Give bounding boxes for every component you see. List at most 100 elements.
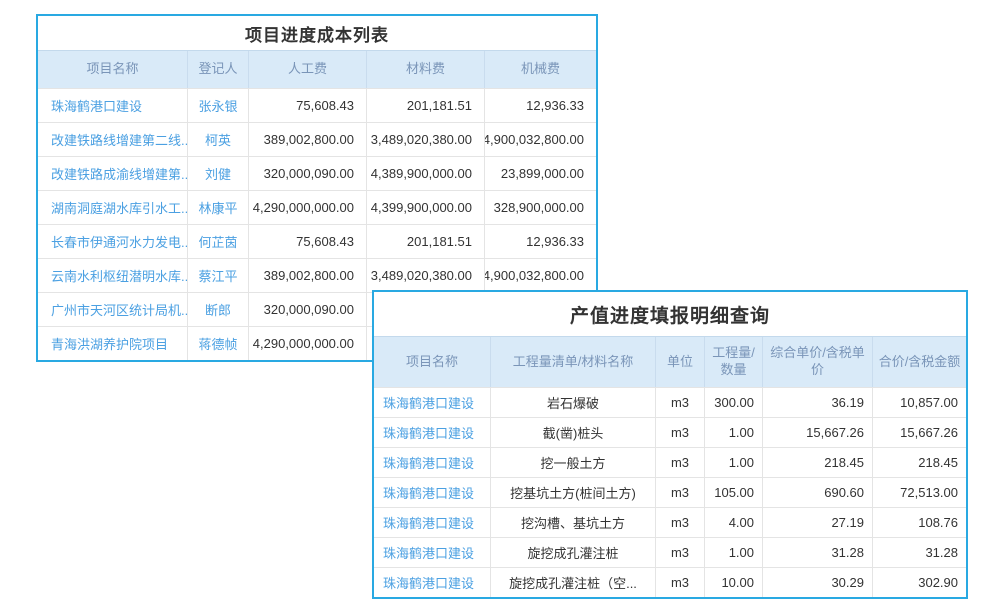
unit-value: m3 xyxy=(655,568,704,597)
cost-col-header-labor: 人工费 xyxy=(248,51,366,88)
output-table-row[interactable]: 珠海鹤港口建设 旋挖成孔灌注桩（空... m3 10.00 30.29 302.… xyxy=(374,567,966,597)
total-price-value: 15,667.26 xyxy=(872,418,966,447)
labor-cost-value: 320,000,090.00 xyxy=(248,157,366,190)
labor-cost-value: 4,290,000,000.00 xyxy=(248,327,366,360)
quantity-value: 10.00 xyxy=(704,568,762,597)
labor-cost-value: 4,290,000,000.00 xyxy=(248,191,366,224)
item-name: 挖沟槽、基坑土方 xyxy=(490,508,655,537)
unit-value: m3 xyxy=(655,538,704,567)
project-name-link[interactable]: 长春市伊通河水力发电... xyxy=(38,225,187,258)
project-name-link[interactable]: 珠海鹤港口建设 xyxy=(38,89,187,122)
registrant-link[interactable]: 何芷茵 xyxy=(187,225,248,258)
registrant-link[interactable]: 蔡江平 xyxy=(187,259,248,292)
registrant-link[interactable]: 张永银 xyxy=(187,89,248,122)
quantity-value: 4.00 xyxy=(704,508,762,537)
cost-table-row[interactable]: 改建铁路成渝线增建第... 刘健 320,000,090.00 4,389,90… xyxy=(38,156,596,190)
machine-cost-value: 12,936.33 xyxy=(484,225,596,258)
material-cost-value: 3,489,020,380.00 xyxy=(366,123,484,156)
item-name: 截(凿)桩头 xyxy=(490,418,655,447)
unit-price-value: 27.19 xyxy=(762,508,872,537)
project-name-link[interactable]: 云南水利枢纽潜明水库... xyxy=(38,259,187,292)
labor-cost-value: 320,000,090.00 xyxy=(248,293,366,326)
project-name-link[interactable]: 珠海鹤港口建设 xyxy=(374,388,490,417)
registrant-link[interactable]: 断郎 xyxy=(187,293,248,326)
quantity-value: 300.00 xyxy=(704,388,762,417)
material-cost-value: 4,399,900,000.00 xyxy=(366,191,484,224)
project-name-link[interactable]: 珠海鹤港口建设 xyxy=(374,508,490,537)
material-cost-value: 4,389,900,000.00 xyxy=(366,157,484,190)
unit-price-value: 31.28 xyxy=(762,538,872,567)
unit-price-value: 15,667.26 xyxy=(762,418,872,447)
cost-col-header-machine: 机械费 xyxy=(484,51,596,88)
output-col-header-unit: 单位 xyxy=(655,337,704,387)
output-table-header-row: 项目名称 工程量清单/材料名称 单位 工程量/数量 综合单价/含税单价 合价/含… xyxy=(374,336,966,387)
quantity-value: 1.00 xyxy=(704,418,762,447)
material-cost-value: 201,181.51 xyxy=(366,89,484,122)
quantity-value: 1.00 xyxy=(704,448,762,477)
output-table-row[interactable]: 珠海鹤港口建设 挖沟槽、基坑土方 m3 4.00 27.19 108.76 xyxy=(374,507,966,537)
project-name-link[interactable]: 湖南洞庭湖水库引水工... xyxy=(38,191,187,224)
registrant-link[interactable]: 蒋德帧 xyxy=(187,327,248,360)
output-table-row[interactable]: 珠海鹤港口建设 挖基坑土方(桩间土方) m3 105.00 690.60 72,… xyxy=(374,477,966,507)
project-name-link[interactable]: 珠海鹤港口建设 xyxy=(374,538,490,567)
unit-value: m3 xyxy=(655,388,704,417)
item-name: 挖基坑土方(桩间土方) xyxy=(490,478,655,507)
project-name-link[interactable]: 珠海鹤港口建设 xyxy=(374,448,490,477)
registrant-link[interactable]: 林康平 xyxy=(187,191,248,224)
total-price-value: 302.90 xyxy=(872,568,966,597)
output-col-header-unit-price: 综合单价/含税单价 xyxy=(762,337,872,387)
output-col-header-project: 项目名称 xyxy=(374,337,490,387)
registrant-link[interactable]: 柯英 xyxy=(187,123,248,156)
output-col-header-item: 工程量清单/材料名称 xyxy=(490,337,655,387)
total-price-value: 10,857.00 xyxy=(872,388,966,417)
cost-table-header-row: 项目名称 登记人 人工费 材料费 机械费 xyxy=(38,50,596,88)
unit-value: m3 xyxy=(655,508,704,537)
cost-table-row[interactable]: 长春市伊通河水力发电... 何芷茵 75,608.43 201,181.51 1… xyxy=(38,224,596,258)
output-detail-table-panel: 产值进度填报明细查询 项目名称 工程量清单/材料名称 单位 工程量/数量 综合单… xyxy=(372,290,968,599)
item-name: 旋挖成孔灌注桩 xyxy=(490,538,655,567)
item-name: 岩石爆破 xyxy=(490,388,655,417)
labor-cost-value: 75,608.43 xyxy=(248,225,366,258)
total-price-value: 72,513.00 xyxy=(872,478,966,507)
output-col-header-total: 合价/含税金额 xyxy=(872,337,966,387)
quantity-value: 105.00 xyxy=(704,478,762,507)
output-table-row[interactable]: 珠海鹤港口建设 挖一般土方 m3 1.00 218.45 218.45 xyxy=(374,447,966,477)
total-price-value: 31.28 xyxy=(872,538,966,567)
cost-table-row[interactable]: 湖南洞庭湖水库引水工... 林康平 4,290,000,000.00 4,399… xyxy=(38,190,596,224)
machine-cost-value: 12,936.33 xyxy=(484,89,596,122)
project-name-link[interactable]: 珠海鹤港口建设 xyxy=(374,568,490,597)
cost-table-title: 项目进度成本列表 xyxy=(38,16,596,50)
registrant-link[interactable]: 刘健 xyxy=(187,157,248,190)
cost-col-header-registrant: 登记人 xyxy=(187,51,248,88)
unit-value: m3 xyxy=(655,448,704,477)
machine-cost-value: 24,900,032,800.00 xyxy=(484,259,596,292)
unit-price-value: 218.45 xyxy=(762,448,872,477)
labor-cost-value: 75,608.43 xyxy=(248,89,366,122)
machine-cost-value: 328,900,000.00 xyxy=(484,191,596,224)
project-name-link[interactable]: 改建铁路线增建第二线... xyxy=(38,123,187,156)
unit-value: m3 xyxy=(655,418,704,447)
cost-col-header-material: 材料费 xyxy=(366,51,484,88)
project-name-link[interactable]: 珠海鹤港口建设 xyxy=(374,478,490,507)
project-name-link[interactable]: 青海洪湖养护院项目 xyxy=(38,327,187,360)
material-cost-value: 3,489,020,380.00 xyxy=(366,259,484,292)
cost-table-row[interactable]: 云南水利枢纽潜明水库... 蔡江平 389,002,800.00 3,489,0… xyxy=(38,258,596,292)
project-name-link[interactable]: 珠海鹤港口建设 xyxy=(374,418,490,447)
project-name-link[interactable]: 改建铁路成渝线增建第... xyxy=(38,157,187,190)
total-price-value: 108.76 xyxy=(872,508,966,537)
material-cost-value: 201,181.51 xyxy=(366,225,484,258)
unit-price-value: 690.60 xyxy=(762,478,872,507)
output-table-row[interactable]: 珠海鹤港口建设 岩石爆破 m3 300.00 36.19 10,857.00 xyxy=(374,387,966,417)
total-price-value: 218.45 xyxy=(872,448,966,477)
labor-cost-value: 389,002,800.00 xyxy=(248,123,366,156)
cost-table-row[interactable]: 珠海鹤港口建设 张永银 75,608.43 201,181.51 12,936.… xyxy=(38,88,596,122)
machine-cost-value: 23,899,000.00 xyxy=(484,157,596,190)
project-name-link[interactable]: 广州市天河区统计局机... xyxy=(38,293,187,326)
item-name: 挖一般土方 xyxy=(490,448,655,477)
cost-table-row[interactable]: 改建铁路线增建第二线... 柯英 389,002,800.00 3,489,02… xyxy=(38,122,596,156)
output-table-row[interactable]: 珠海鹤港口建设 截(凿)桩头 m3 1.00 15,667.26 15,667.… xyxy=(374,417,966,447)
unit-price-value: 36.19 xyxy=(762,388,872,417)
output-table-row[interactable]: 珠海鹤港口建设 旋挖成孔灌注桩 m3 1.00 31.28 31.28 xyxy=(374,537,966,567)
output-table-title: 产值进度填报明细查询 xyxy=(374,292,966,336)
output-col-header-qty: 工程量/数量 xyxy=(704,337,762,387)
